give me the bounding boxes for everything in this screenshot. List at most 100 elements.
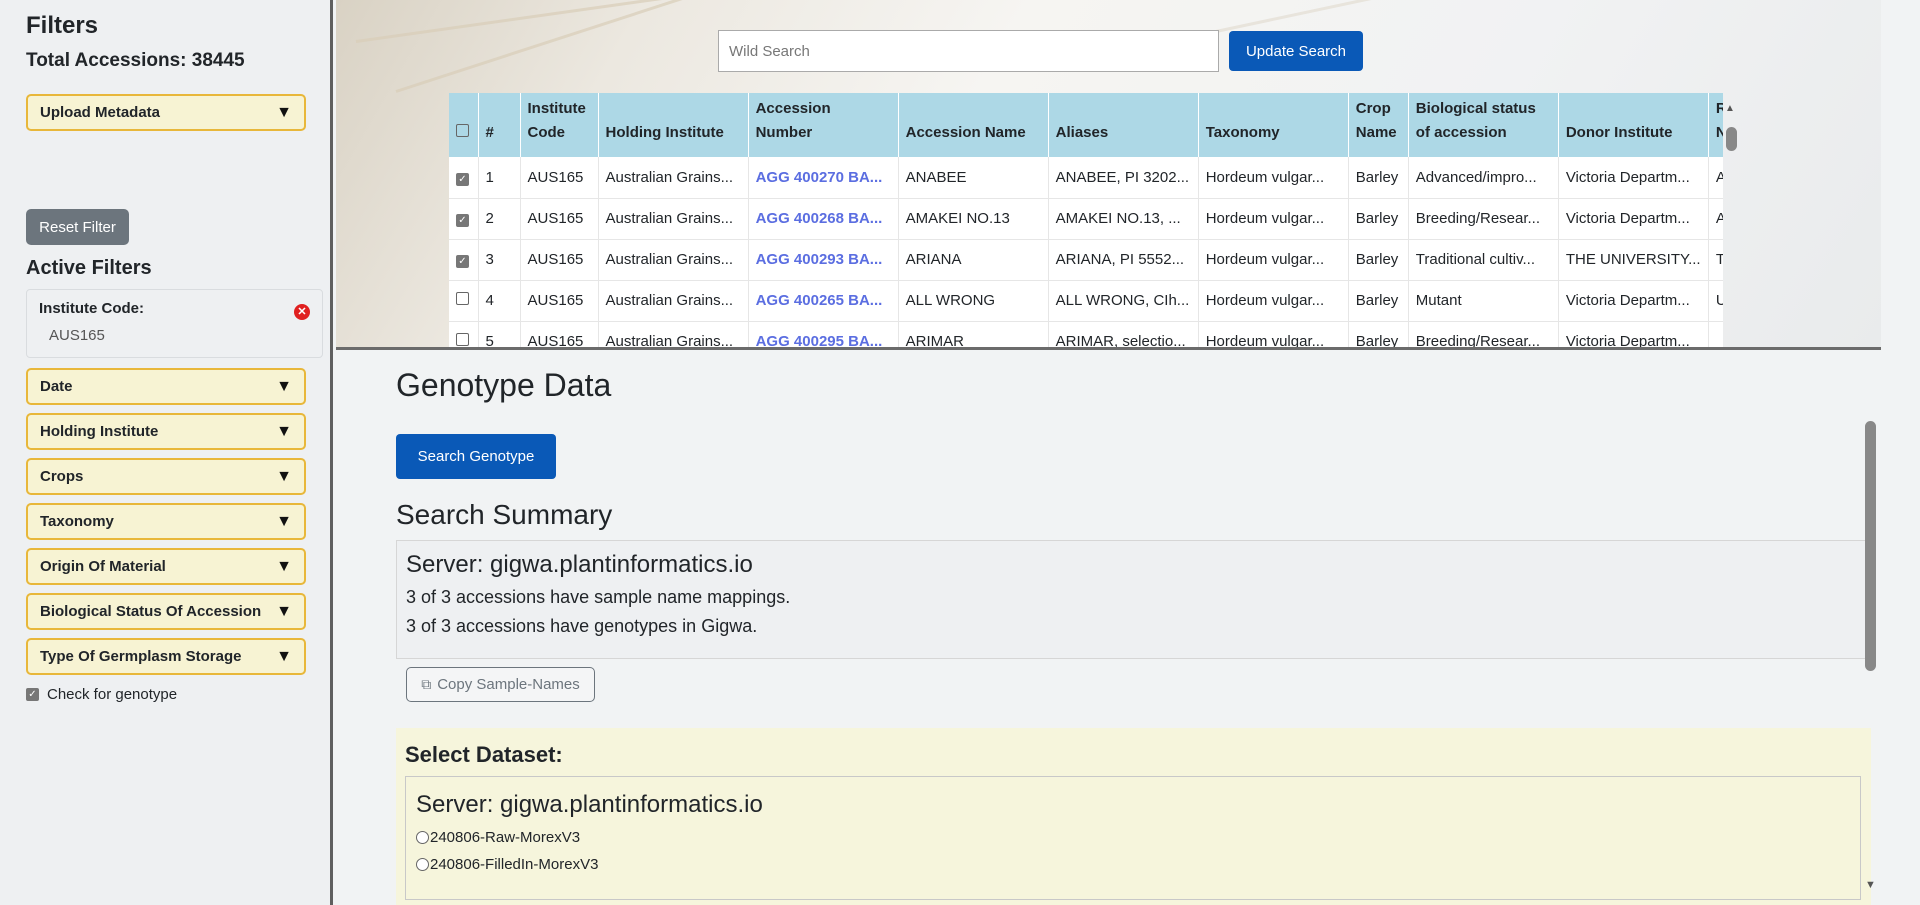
column-header[interactable]: # xyxy=(478,93,521,157)
triangle-down-icon: ▼ xyxy=(276,512,292,530)
column-header[interactable]: Accession Number xyxy=(748,93,899,157)
dataset-option[interactable]: 240806-FilledIn-MorexV3 xyxy=(416,856,1850,873)
table-cell: Australian Grains... xyxy=(598,239,749,281)
summary-genotype-line: 3 of 3 accessions have genotypes in Gigw… xyxy=(406,616,758,636)
accession-number-link[interactable]: AGG 400268 BA... xyxy=(756,210,883,227)
search-summary-box: Server: gigwa.plantinformatics.io 3 of 3… xyxy=(396,540,1871,659)
table-cell: Victoria Departm... xyxy=(1558,321,1709,347)
dataset-radio[interactable] xyxy=(416,831,429,844)
search-genotype-button[interactable]: Search Genotype xyxy=(396,434,556,479)
row-checkbox[interactable]: ✓ xyxy=(456,255,469,268)
column-header[interactable]: Institute Code xyxy=(520,93,599,157)
column-header[interactable]: Accession Name xyxy=(898,93,1049,157)
table-row[interactable]: 5 AUS165 Australian Grains... AGG 400295 BA… xyxy=(449,321,1723,347)
accession-number-link[interactable]: AGG 400265 BA... xyxy=(756,292,883,309)
table-cell: ANABEE, PI 3202... xyxy=(1048,157,1199,199)
accessions-table-container: # Institute Code Holding Institute Accessio… xyxy=(449,93,1723,347)
scroll-up-icon[interactable]: ▲ xyxy=(1725,103,1735,114)
select-all-header[interactable] xyxy=(449,93,479,157)
table-cell: AMAKEI NO.13 xyxy=(898,198,1049,240)
column-header[interactable]: Taxonomy xyxy=(1198,93,1349,157)
table-cell: Hordeum vulgar... xyxy=(1198,157,1349,199)
table-cell: AUS165 xyxy=(520,239,599,281)
dataset-option[interactable]: 240806-Raw-MorexV3 xyxy=(416,829,1850,846)
filters-sidebar: Filters Total Accessions: 38445 Upload M… xyxy=(0,0,333,905)
check-genotype-row[interactable]: ✓ Check for genotype xyxy=(26,686,177,703)
column-header[interactable]: Crop Name xyxy=(1348,93,1409,157)
table-row[interactable]: ✓ 3 AUS165 Australian Grains... AGG 400293 B… xyxy=(449,239,1723,281)
page-scroll-thumb[interactable] xyxy=(1865,421,1876,671)
table-cell: Breeding/Resear... xyxy=(1408,198,1559,240)
table-cell: 5 xyxy=(478,321,521,347)
filter-dropdown-holding-institute[interactable]: Holding Institute ▼ xyxy=(26,413,306,450)
row-select-cell[interactable] xyxy=(449,280,479,322)
table-cell: T xyxy=(1708,239,1723,281)
copy-sample-names-label: Copy Sample-Names xyxy=(437,676,580,693)
column-header[interactable]: Donor Institute xyxy=(1558,93,1709,157)
dataset-radio[interactable] xyxy=(416,858,429,871)
table-cell: Hordeum vulgar... xyxy=(1198,321,1349,347)
copy-sample-names-button[interactable]: ⧉ Copy Sample-Names xyxy=(406,667,595,702)
row-select-cell[interactable]: ✓ xyxy=(449,157,479,199)
filter-dropdown-type-of-germplasm-storage[interactable]: Type Of Germplasm Storage ▼ xyxy=(26,638,306,675)
table-cell: Mutant xyxy=(1408,280,1559,322)
table-cell: AMAKEI NO.13, ... xyxy=(1048,198,1199,240)
table-cell: Barley xyxy=(1348,239,1409,281)
filter-dropdown-label: Type Of Germplasm Storage xyxy=(40,648,242,665)
accession-number-link[interactable]: AGG 400295 BA... xyxy=(756,333,883,347)
filter-dropdown-label: Biological Status Of Accession xyxy=(40,603,262,620)
table-cell: ARIANA xyxy=(898,239,1049,281)
row-checkbox[interactable]: ✓ xyxy=(456,172,469,186)
table-cell: Hordeum vulgar... xyxy=(1198,239,1349,281)
table-cell: Victoria Departm... xyxy=(1558,157,1709,199)
select-dataset-panel: Select Dataset: Server: gigwa.plantinfor… xyxy=(396,728,1871,905)
total-accessions: Total Accessions: 38445 xyxy=(26,50,245,71)
filter-dropdown-crops[interactable]: Crops ▼ xyxy=(26,458,306,495)
table-cell: Victoria Departm... xyxy=(1558,280,1709,322)
reset-filter-button[interactable]: Reset Filter xyxy=(26,209,129,245)
dataset-server: Server: gigwa.plantinformatics.io xyxy=(416,791,763,818)
column-header[interactable]: R N xyxy=(1708,93,1723,157)
table-scroll-thumb[interactable] xyxy=(1726,127,1737,151)
row-select-cell[interactable] xyxy=(449,321,479,347)
filter-dropdown-date[interactable]: Date ▼ xyxy=(26,368,306,405)
scroll-down-icon[interactable]: ▼ xyxy=(1865,879,1876,891)
wild-search-input[interactable] xyxy=(718,30,1219,72)
row-checkbox[interactable] xyxy=(456,333,469,346)
select-all-checkbox[interactable] xyxy=(456,124,469,137)
table-cell: Barley xyxy=(1348,198,1409,240)
filter-dropdown-biological-status-of-accession[interactable]: Biological Status Of Accession ▼ xyxy=(26,593,306,630)
close-circle-icon[interactable]: ✕ xyxy=(294,304,310,320)
table-cell: Barley xyxy=(1348,280,1409,322)
table-cell: AGG 400265 BA... xyxy=(748,280,899,322)
table-row[interactable]: 4 AUS165 Australian Grains... AGG 400265 BA… xyxy=(449,280,1723,322)
filter-dropdown-taxonomy[interactable]: Taxonomy ▼ xyxy=(26,503,306,540)
table-cell: Traditional cultiv... xyxy=(1408,239,1559,281)
accession-number-link[interactable]: AGG 400270 BA... xyxy=(756,169,883,186)
column-header[interactable]: Biological status of accession xyxy=(1408,93,1559,157)
table-cell: Advanced/impro... xyxy=(1408,157,1559,199)
column-header[interactable]: Holding Institute xyxy=(598,93,749,157)
accession-number-link[interactable]: AGG 400293 BA... xyxy=(756,251,883,268)
filter-dropdown-origin-of-material[interactable]: Origin Of Material ▼ xyxy=(26,548,306,585)
row-checkbox[interactable] xyxy=(456,292,469,305)
page-scrollbar[interactable]: ▼ xyxy=(1860,353,1881,905)
table-cell: AGG 400293 BA... xyxy=(748,239,899,281)
column-header[interactable]: Aliases xyxy=(1048,93,1199,157)
row-select-cell[interactable]: ✓ xyxy=(449,198,479,240)
triangle-down-icon: ▼ xyxy=(276,467,292,485)
row-select-cell[interactable]: ✓ xyxy=(449,239,479,281)
check-genotype-checkbox[interactable]: ✓ xyxy=(26,688,39,701)
update-search-button[interactable]: Update Search xyxy=(1229,31,1363,71)
table-scrollbar[interactable]: ▲ xyxy=(1723,103,1740,347)
triangle-down-icon: ▼ xyxy=(276,557,292,575)
table-cell: A xyxy=(1708,198,1723,240)
table-cell: Hordeum vulgar... xyxy=(1198,280,1349,322)
table-cell: ARIMAR xyxy=(898,321,1049,347)
dataset-label: 240806-Raw-MorexV3 xyxy=(430,829,581,846)
row-checkbox[interactable]: ✓ xyxy=(456,214,469,227)
upload-metadata-dropdown[interactable]: Upload Metadata ▼ xyxy=(26,94,306,131)
table-row[interactable]: ✓ 1 AUS165 Australian Grains... AGG 400270 B… xyxy=(449,157,1723,199)
triangle-down-icon: ▼ xyxy=(276,377,292,395)
table-row[interactable]: ✓ 2 AUS165 Australian Grains... AGG 400268 B… xyxy=(449,198,1723,240)
